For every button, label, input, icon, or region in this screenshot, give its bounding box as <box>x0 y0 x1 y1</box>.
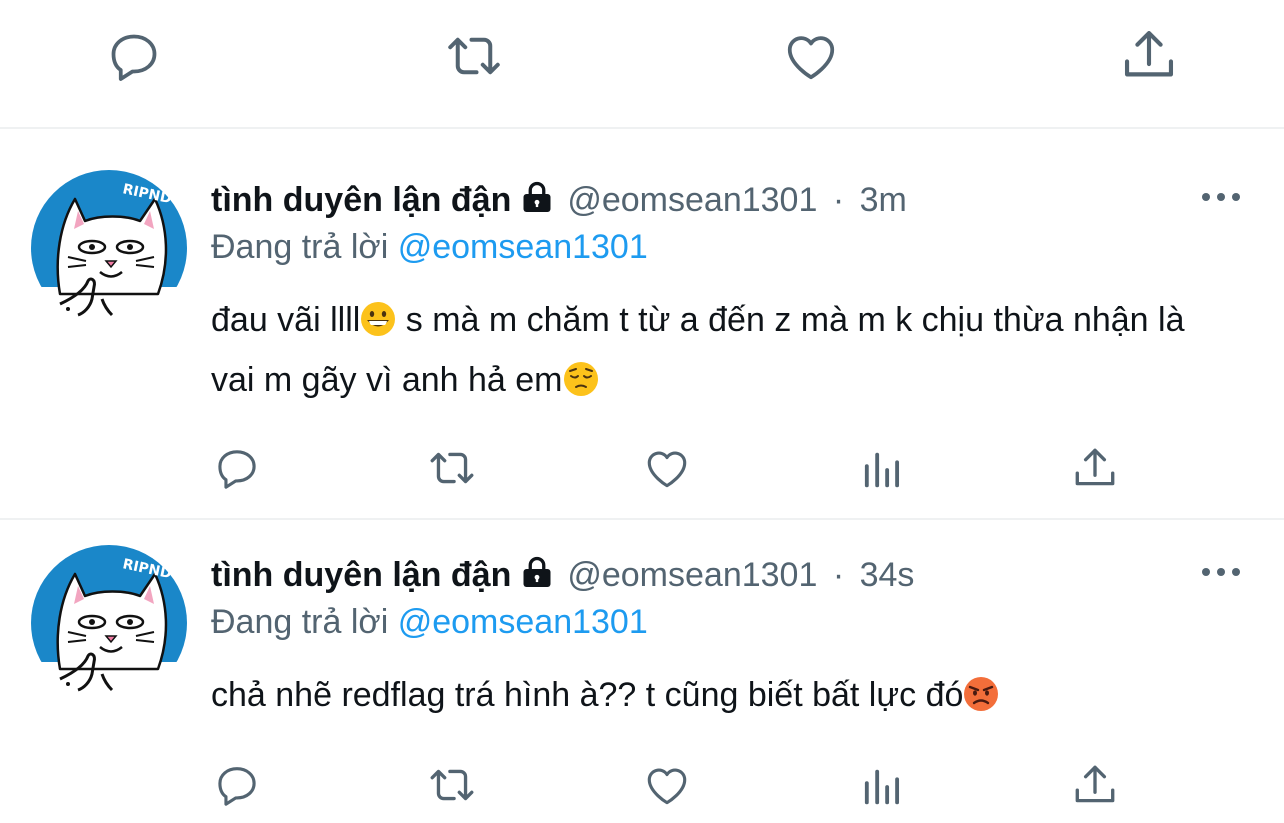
reply-icon[interactable] <box>104 26 164 86</box>
tweet-header: tình duyên lận đận @eomsean1301 · 34s <box>211 554 914 595</box>
like-icon[interactable] <box>780 26 842 86</box>
lock-icon <box>519 554 555 590</box>
lock-icon <box>519 179 555 215</box>
tweet-text-part: đau vãi llll <box>211 301 361 339</box>
reply-prefix: Đang trả lời <box>211 603 389 641</box>
reply-context: Đang trả lời @eomsean1301 <box>211 602 648 642</box>
share-icon[interactable] <box>1070 443 1120 493</box>
display-name[interactable]: tình duyên lận đận <box>211 181 511 219</box>
tweet-header: tình duyên lận đận @eomsean1301 · 3m <box>211 179 907 220</box>
reply-icon[interactable] <box>212 443 262 493</box>
display-name[interactable]: tình duyên lận đận <box>211 556 511 594</box>
handle[interactable]: @eomsean1301 <box>567 556 817 594</box>
avatar[interactable] <box>30 544 188 702</box>
like-icon[interactable] <box>641 760 693 810</box>
separator: · <box>832 181 845 219</box>
reply-mention[interactable]: @eomsean1301 <box>398 603 648 641</box>
share-icon[interactable] <box>1118 24 1180 86</box>
handle[interactable]: @eomsean1301 <box>567 181 817 219</box>
tweet-text: chả nhẽ redflag trá hình à?? t cũng biết… <box>211 665 1211 725</box>
like-icon[interactable] <box>641 443 693 493</box>
more-options-icon[interactable] <box>1198 562 1246 582</box>
analytics-icon[interactable] <box>858 447 904 493</box>
tweet[interactable]: tình duyên lận đận @eomsean1301 · 34s Đan… <box>0 520 1284 823</box>
reply-icon[interactable] <box>212 760 262 810</box>
reply-mention[interactable]: @eomsean1301 <box>398 228 648 266</box>
retweet-icon[interactable] <box>424 760 480 810</box>
grinning-face-emoji <box>360 301 396 337</box>
reply-prefix: Đang trả lời <box>211 228 389 266</box>
reply-context: Đang trả lời @eomsean1301 <box>211 227 648 267</box>
more-options-icon[interactable] <box>1198 187 1246 207</box>
tweet-text: đau vãi llll s mà m chăm t từ a đến z mà… <box>211 290 1211 410</box>
timestamp[interactable]: 34s <box>860 556 915 594</box>
angry-face-emoji <box>963 676 999 712</box>
share-icon[interactable] <box>1070 760 1120 810</box>
analytics-icon[interactable] <box>858 764 904 810</box>
avatar[interactable] <box>30 169 188 327</box>
pensive-face-emoji <box>563 361 599 397</box>
retweet-icon[interactable] <box>424 443 480 493</box>
separator: · <box>832 556 845 594</box>
tweet-text-part: chả nhẽ redflag trá hình à?? t cũng biết… <box>211 676 964 714</box>
timestamp[interactable]: 3m <box>860 181 907 219</box>
retweet-icon[interactable] <box>440 26 508 86</box>
tweet[interactable]: tình duyên lận đận @eomsean1301 · 3m Đang… <box>0 129 1284 519</box>
